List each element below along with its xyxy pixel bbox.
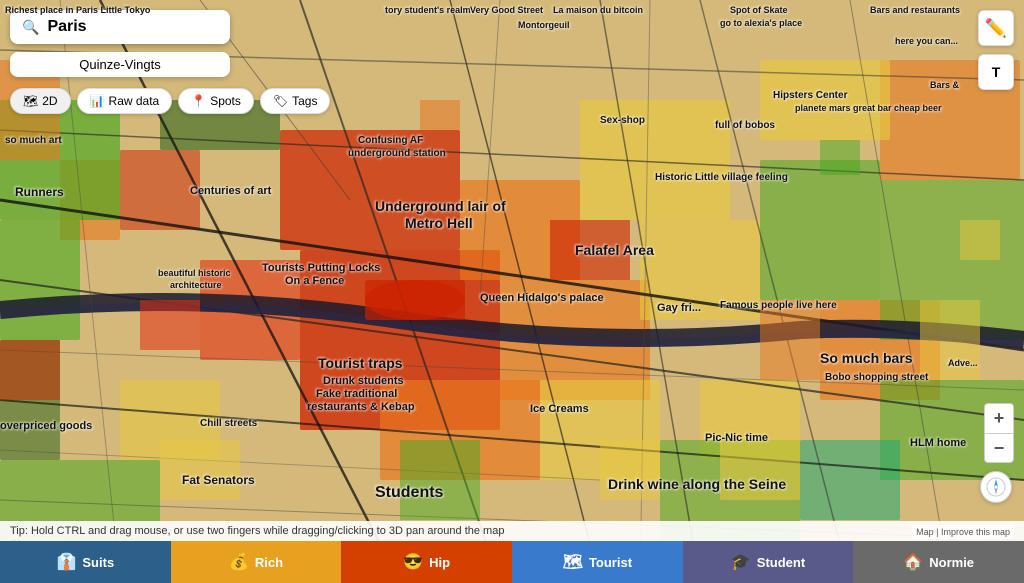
nav-tourist[interactable]: 🗺 Tourist [512, 541, 683, 583]
map-container: 🔍 Quinze-Vingts 🗺 2D 📊 Raw data 📍 Spots … [0, 0, 1024, 583]
mode-buttons: 🗺 2D 📊 Raw data 📍 Spots 🏷 Tags [10, 88, 330, 114]
search-input[interactable] [47, 18, 197, 36]
nav-hip[interactable]: 😎 Hip [341, 541, 512, 583]
tourist-emoji: 🗺 [563, 552, 583, 572]
nav-student[interactable]: 🎓 Student [683, 541, 854, 583]
tourist-label: Tourist [589, 555, 632, 570]
mode-raw-data-button[interactable]: 📊 Raw data [77, 88, 173, 114]
hip-label: Hip [429, 555, 450, 570]
mode-tags-button[interactable]: 🏷 Tags [260, 88, 331, 114]
neighborhood-label[interactable]: Quinze-Vingts [10, 52, 230, 77]
suits-label: Suits [82, 555, 114, 570]
attribution[interactable]: Map | Improve this map [912, 525, 1014, 539]
rich-emoji: 💰 [229, 552, 249, 572]
nav-rich[interactable]: 💰 Rich [171, 541, 342, 583]
nav-normie[interactable]: 🏠 Normie [853, 541, 1024, 583]
normie-label: Normie [929, 555, 974, 570]
suits-emoji: 👔 [56, 552, 76, 572]
student-emoji: 🎓 [731, 552, 751, 572]
zoom-in-button[interactable]: + [984, 403, 1014, 433]
student-label: Student [757, 555, 805, 570]
bottom-nav: 👔 Suits 💰 Rich 😎 Hip 🗺 Tourist 🎓 Student… [0, 541, 1024, 583]
zoom-controls: + − [984, 403, 1014, 463]
normie-emoji: 🏠 [903, 552, 923, 572]
nav-suits[interactable]: 👔 Suits [0, 541, 171, 583]
rich-label: Rich [255, 555, 283, 570]
right-buttons: ✏️ T [978, 10, 1014, 90]
pencil-button[interactable]: ✏️ [978, 10, 1014, 46]
mode-2d-button[interactable]: 🗺 2D [10, 88, 71, 114]
attribution-text: Map | Improve this map [916, 527, 1010, 537]
text-button[interactable]: T [978, 54, 1014, 90]
mode-spots-button[interactable]: 📍 Spots [178, 88, 254, 114]
compass-button[interactable] [980, 471, 1012, 503]
search-bar[interactable]: 🔍 [10, 10, 230, 44]
search-icon: 🔍 [22, 19, 39, 36]
zoom-out-button[interactable]: − [984, 433, 1014, 463]
hip-emoji: 😎 [403, 552, 423, 572]
